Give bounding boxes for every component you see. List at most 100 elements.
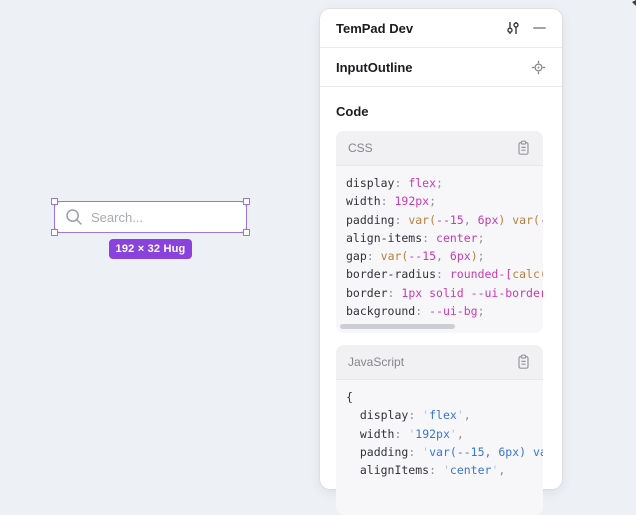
panel-header: TemPad Dev [320, 9, 562, 48]
code-line: gap: var(--15, 6px); [346, 247, 543, 265]
code-token: var( [381, 249, 409, 263]
css-block-label: CSS [348, 141, 373, 155]
code-line: alignItems: 'center', [346, 461, 543, 479]
code-token: : [367, 249, 381, 263]
code-line: width: 192px; [346, 192, 543, 210]
search-input[interactable]: Search... [54, 201, 247, 233]
code-token: center [450, 463, 492, 477]
code-token: --15 [540, 213, 543, 227]
code-token: , [464, 213, 478, 227]
code-token: ; [478, 304, 485, 318]
code-token: --ui-bg [429, 304, 477, 318]
code-token: --15 [408, 249, 436, 263]
code-token: ' [443, 463, 450, 477]
code-line: border-radius: rounded-[calc(var( [346, 265, 543, 283]
code-section-title: Code [336, 104, 546, 119]
code-token: : [436, 267, 450, 281]
code-token: , [498, 463, 505, 477]
copy-icon [516, 140, 531, 156]
code-token: ; [478, 249, 485, 263]
cursor-fragment [629, 0, 636, 7]
code-token: 192px [415, 427, 450, 441]
code-line: display: 'flex', [346, 406, 543, 424]
code-token: : [408, 445, 422, 459]
code-token: : [422, 231, 436, 245]
component-name: InputOutline [336, 60, 413, 75]
selection-handle-top-right[interactable] [243, 198, 250, 205]
horizontal-scrollbar[interactable] [340, 324, 455, 329]
code-token: 6px [478, 213, 499, 227]
selection-handle-bottom-right[interactable] [243, 229, 250, 236]
code-token: : [388, 286, 402, 300]
javascript-block-header: JavaScript [336, 345, 543, 380]
code-token: var( [408, 213, 436, 227]
locate-button[interactable] [531, 60, 546, 75]
code-token: --15 [436, 213, 464, 227]
code-token: : [394, 176, 408, 190]
code-token: , [464, 408, 471, 422]
javascript-block-label: JavaScript [348, 355, 404, 369]
code-token: padding [346, 213, 394, 227]
selection-handle-top-left[interactable] [51, 198, 58, 205]
code-token: , [457, 427, 464, 441]
copy-icon [516, 354, 531, 370]
code-line: display: flex; [346, 174, 543, 192]
javascript-code-block: JavaScript { display: 'flex', width: '19… [336, 345, 543, 515]
code-token: : [394, 213, 408, 227]
size-badge: 192 × 32 Hug [109, 239, 193, 259]
code-token: width [346, 194, 381, 208]
code-token: var(--15, 6px) var( [429, 445, 543, 459]
code-token: display [346, 176, 394, 190]
sliders-icon [505, 20, 521, 36]
minimize-button[interactable] [533, 27, 546, 29]
javascript-code: { display: 'flex', width: '192px', paddi… [336, 380, 543, 479]
css-code-block: CSS display: flex;width: 192px;padding: … [336, 131, 543, 333]
code-token: align-items [346, 231, 422, 245]
code-token: flex [408, 176, 436, 190]
code-token: center [436, 231, 478, 245]
code-token: ) [471, 249, 478, 263]
search-placeholder: Search... [91, 210, 143, 225]
code-token: ; [436, 176, 443, 190]
code-line: align-items: center; [346, 229, 543, 247]
code-token: border-radius [346, 267, 436, 281]
locate-icon [531, 60, 546, 75]
code-line: padding: var(--15, 6px) var(--15 [346, 211, 543, 229]
copy-javascript-button[interactable] [516, 354, 531, 370]
search-icon [65, 208, 83, 226]
code-line: width: '192px', [346, 425, 543, 443]
code-line: background: --ui-bg; [346, 302, 543, 320]
code-token: flex [429, 408, 457, 422]
code-token: rounded-[ [450, 267, 512, 281]
code-token: calc( [512, 267, 543, 281]
code-line: { [346, 388, 543, 406]
code-token: 6px [450, 249, 471, 263]
code-token: gap [346, 249, 367, 263]
code-token: : [381, 194, 395, 208]
code-token: ' [457, 408, 464, 422]
code-token: var( [512, 213, 540, 227]
code-token: ' [450, 427, 457, 441]
code-token: display [346, 408, 408, 422]
code-token: padding [346, 445, 408, 459]
code-token: : [394, 427, 408, 441]
settings-button[interactable] [505, 20, 521, 36]
code-token: ; [478, 231, 485, 245]
selected-element-group: Search... 192 × 32 Hug [54, 201, 247, 259]
selection-handle-bottom-left[interactable] [51, 229, 58, 236]
css-code: display: flex;width: 192px;padding: var(… [336, 166, 543, 320]
copy-css-button[interactable] [516, 140, 531, 156]
code-token: : [408, 408, 422, 422]
code-token: 1px solid --ui-border- [401, 286, 543, 300]
code-token: border [346, 286, 388, 300]
code-line: border: 1px solid --ui-border- [346, 284, 543, 302]
code-token: alignItems [346, 463, 429, 477]
tempad-dev-panel: TemPad Dev InputOutline [320, 9, 562, 489]
code-line: padding: 'var(--15, 6px) var( [346, 443, 543, 461]
code-token: : [429, 463, 443, 477]
component-row: InputOutline [320, 48, 562, 87]
minimize-icon [533, 27, 546, 29]
code-token: { [346, 390, 353, 404]
code-token: width [346, 427, 394, 441]
panel-title: TemPad Dev [336, 21, 413, 36]
